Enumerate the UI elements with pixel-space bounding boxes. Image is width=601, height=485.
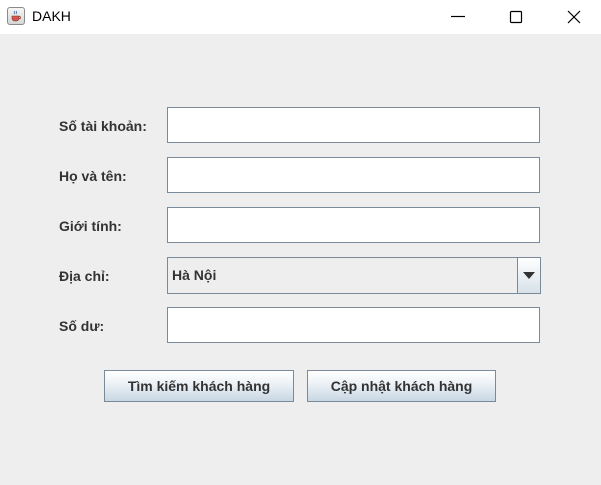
close-icon	[567, 10, 581, 24]
dakh-window: DAKH Số tài khoản: Họ và tên: Giới tính:…	[0, 0, 601, 485]
maximize-icon	[509, 10, 523, 24]
search-customer-button[interactable]: Tìm kiếm khách hàng	[104, 370, 294, 402]
address-label: Địa chỉ:	[59, 268, 110, 284]
account-number-field[interactable]	[167, 107, 540, 143]
address-selected-value: Hà Nội	[172, 267, 217, 283]
gender-field[interactable]	[167, 207, 540, 243]
balance-label: Số dư:	[59, 318, 105, 334]
maximize-button[interactable]	[487, 0, 545, 34]
window-title: DAKH	[32, 8, 71, 24]
address-dropdown-arrow[interactable]	[517, 258, 540, 293]
balance-field[interactable]	[167, 307, 540, 343]
account-number-label: Số tài khoản:	[59, 118, 147, 134]
java-cup-icon	[7, 7, 25, 25]
gender-label: Giới tính:	[59, 218, 122, 234]
minimize-button[interactable]	[429, 0, 487, 34]
chevron-down-icon	[523, 272, 535, 279]
address-dropdown[interactable]: Hà Nội	[167, 257, 541, 294]
title-bar[interactable]: DAKH	[0, 0, 601, 34]
full-name-label: Họ và tên:	[59, 168, 127, 184]
full-name-field[interactable]	[167, 157, 540, 193]
minimize-icon	[451, 15, 465, 18]
update-customer-button[interactable]: Cập nhật khách hàng	[307, 370, 496, 402]
close-button[interactable]	[545, 0, 601, 34]
